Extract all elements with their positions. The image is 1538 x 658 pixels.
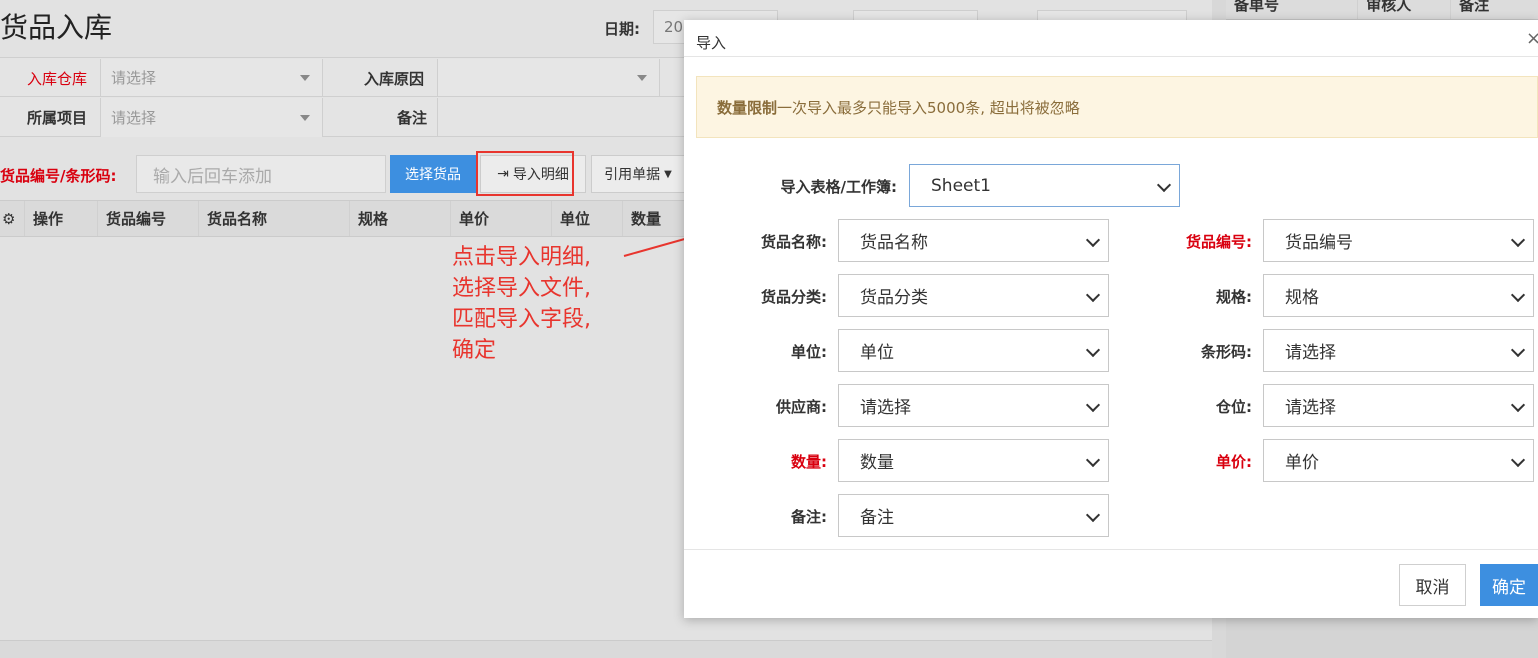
dialog-title: 导入 [696,34,727,52]
notice-bold: 数量限制 [717,98,778,117]
chevron-down-icon [1510,232,1526,248]
field-label: 供应商: [776,398,827,416]
caret-down-icon: ▼ [664,168,672,180]
field-value: 数量 [860,453,894,473]
field-label: 备注: [791,508,827,526]
col-header: 备注 [1459,0,1490,14]
chevron-down-icon [1085,342,1101,358]
col-header: 操作 [25,201,98,236]
col-header: 货品编号 [98,201,199,236]
date-label: 日期: [604,20,640,38]
field-value: 规格 [1285,288,1319,308]
field-label: 数量: [791,453,827,471]
sheet-select[interactable]: Sheet1 [909,164,1180,207]
reason-label: 入库原因 [364,70,425,88]
select-goods-button[interactable]: 选择货品 [390,155,476,193]
col-header: 备单号 [1226,0,1359,19]
field-select-quantity[interactable]: 数量 [838,439,1109,482]
reason-select[interactable] [437,59,660,96]
annotation-line: 匹配导入字段, [452,307,591,332]
confirm-button[interactable]: 确定 [1480,564,1538,606]
close-icon[interactable]: × [1526,28,1538,49]
field-select-location[interactable]: 请选择 [1263,384,1534,427]
field-select-supplier[interactable]: 请选择 [838,384,1109,427]
chevron-down-icon [1085,452,1101,468]
project-placeholder: 请选择 [111,109,157,127]
right-panel-header: 备单号 审核人 备注 [1226,0,1538,20]
field-label: 单价: [1216,453,1252,471]
chevron-down-icon [1510,287,1526,303]
project-label: 所属项目 [27,109,88,127]
chevron-down-icon [1510,397,1526,413]
field-value: 请选择 [1285,398,1336,418]
field-label: 仓位: [1216,398,1252,416]
page-title: 货品入库 [0,11,113,44]
sheet-value: Sheet1 [931,175,991,196]
sheet-label: 导入表格/工作簿: [780,178,897,196]
chevron-down-icon [1085,232,1101,248]
table-footer [0,640,1212,658]
field-value: 备注 [860,508,894,528]
field-select-remark[interactable]: 备注 [838,494,1109,537]
col-header: 单价 [451,201,552,236]
warehouse-label: 入库仓库 [27,70,88,88]
field-value: 货品编号 [1285,233,1353,253]
code-label: 货品编号/条形码: [0,167,117,185]
import-dialog: 导入 × 数量限制 一次导入最多只能导入5000条, 超出将被忽略 导入表格/工… [684,20,1538,618]
field-select-category[interactable]: 货品分类 [838,274,1109,317]
chevron-down-icon [1085,397,1101,413]
annotation-line: 确定 [452,338,497,363]
caret-down-icon [300,74,310,81]
field-value: 货品名称 [860,233,928,253]
chevron-down-icon [1510,342,1526,358]
chevron-down-icon [1510,452,1526,468]
field-label: 规格: [1216,288,1252,306]
field-value: 单价 [1285,453,1319,473]
field-select-barcode[interactable]: 请选择 [1263,329,1534,372]
warehouse-placeholder: 请选择 [111,69,157,87]
chevron-down-icon [1085,287,1101,303]
field-value: 请选择 [860,398,911,418]
chevron-down-icon [1085,507,1101,523]
warehouse-select[interactable]: 请选择 [100,59,323,96]
field-label: 单位: [791,343,827,361]
field-label: 货品编号: [1186,233,1252,251]
ref-doc-button[interactable]: 引用单据 ▼ [591,155,685,193]
annotation-line: 点击导入明细, [452,245,591,270]
caret-down-icon [637,74,647,81]
dialog-header: 导入 [684,20,1538,57]
field-label: 货品名称: [761,233,827,251]
highlight-box [476,151,574,196]
dialog-footer: 取消 确定 [684,549,1538,618]
field-label: 货品分类: [761,288,827,306]
col-header: 货品名称 [199,201,350,236]
project-select[interactable]: 请选择 [100,98,323,137]
cancel-button[interactable]: 取消 [1399,564,1466,606]
annotation-text: 点击导入明细, 选择导入文件, 匹配导入字段, 确定 [452,242,591,366]
field-select-goods-name[interactable]: 货品名称 [838,219,1109,262]
field-select-spec[interactable]: 规格 [1263,274,1534,317]
field-value: 货品分类 [860,288,928,308]
code-input[interactable]: 输入后回车添加 [136,155,386,193]
chevron-down-icon [1156,177,1172,193]
notice-banner: 数量限制 一次导入最多只能导入5000条, 超出将被忽略 [696,76,1538,138]
field-value: 请选择 [1285,343,1336,363]
field-select-price[interactable]: 单价 [1263,439,1534,482]
ref-doc-label: 引用单据 [604,167,661,183]
col-header: 规格 [350,201,451,236]
remark-label: 备注 [397,109,428,127]
notice-text: 一次导入最多只能导入5000条, 超出将被忽略 [777,98,1080,117]
field-value: 单位 [860,343,894,363]
field-select-unit[interactable]: 单位 [838,329,1109,372]
field-select-goods-code[interactable]: 货品编号 [1263,219,1534,262]
field-label: 条形码: [1201,343,1252,361]
settings-gear-icon[interactable]: ⚙ [0,201,25,236]
annotation-line: 选择导入文件, [452,276,591,301]
caret-down-icon [300,114,310,121]
col-header: 审核人 [1358,0,1452,19]
